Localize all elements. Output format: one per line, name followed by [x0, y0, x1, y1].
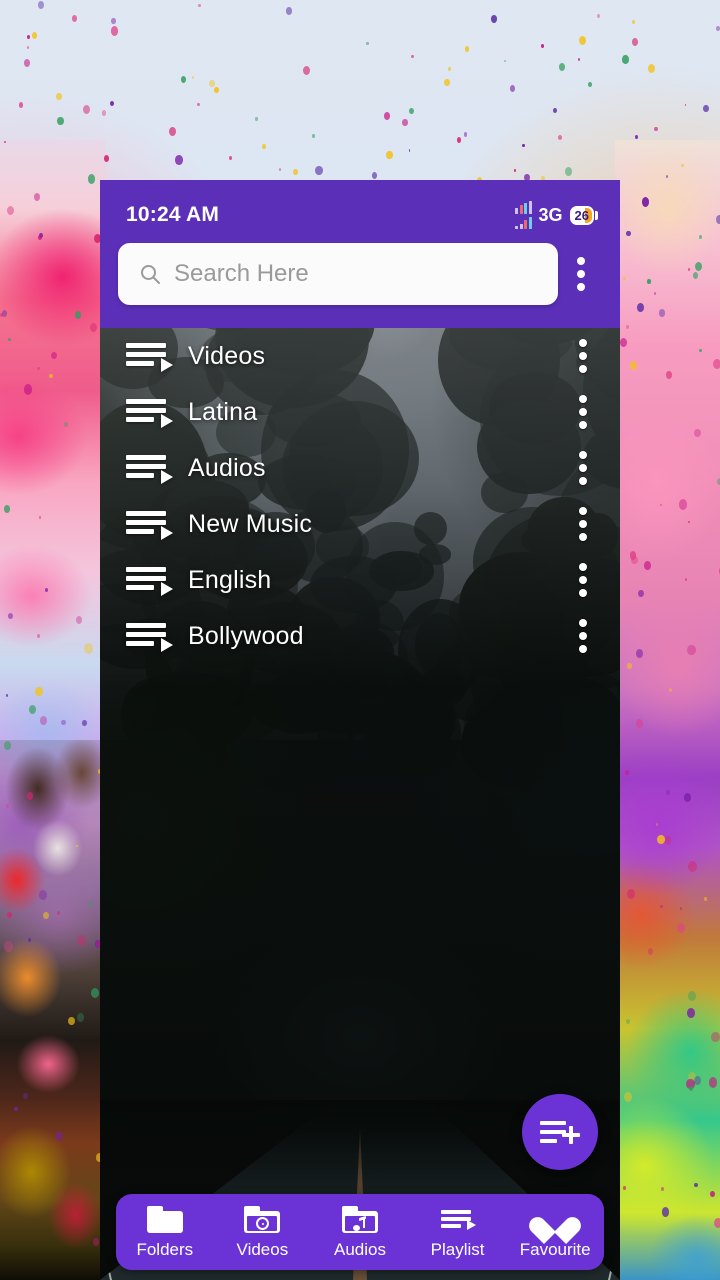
folder-video-icon: [244, 1205, 281, 1235]
kebab-menu-icon: [579, 365, 587, 373]
playlist-row-menu-button[interactable]: [568, 395, 598, 429]
playlist-list: Videos Latina Audios New Music English Bollyw…: [100, 328, 620, 664]
search-icon: [141, 265, 160, 284]
status-indicators: 3G 26: [515, 201, 598, 229]
playlist-row[interactable]: Videos: [100, 328, 620, 384]
bottom-nav-item-playlist[interactable]: Playlist: [412, 1205, 504, 1260]
kebab-menu-icon: [577, 283, 585, 291]
playlist-row-menu-button[interactable]: [568, 563, 598, 597]
bottom-nav-label: Favourite: [519, 1239, 591, 1259]
kebab-menu-icon: [577, 270, 585, 278]
folder-icon: [146, 1205, 183, 1235]
bottom-nav-item-folders[interactable]: Folders: [119, 1205, 211, 1260]
playlist-play-icon: [126, 341, 188, 372]
bottom-nav-item-audios[interactable]: Audios: [314, 1205, 406, 1260]
bottom-nav-label: Playlist: [430, 1239, 485, 1259]
kebab-menu-icon: [579, 451, 587, 459]
bottom-nav-label: Videos: [236, 1239, 289, 1259]
playlist-row-label: Latina: [188, 397, 258, 426]
network-type-label: 3G: [538, 204, 563, 225]
bottom-nav-label: Folders: [136, 1239, 194, 1259]
playlist-row-label: Audios: [188, 453, 266, 482]
bottom-nav-item-videos[interactable]: Videos: [216, 1205, 308, 1260]
search-input[interactable]: Search Here: [118, 243, 558, 305]
playlist-play-icon: [126, 565, 188, 596]
bottom-navigation-bar: Folders Videos Audios Playlist Favourite: [116, 1194, 604, 1270]
kebab-menu-icon: [579, 339, 587, 347]
playlist-row-menu-button[interactable]: [568, 507, 598, 541]
app-header: 10:24 AM 3G 26 Search Here: [100, 180, 620, 328]
playlist-play-icon: [126, 621, 188, 652]
playlist-row-menu-button[interactable]: [568, 619, 598, 653]
bottom-nav-label: Audios: [333, 1239, 386, 1259]
playlist-row-label: English: [188, 565, 272, 594]
kebab-menu-icon: [579, 632, 587, 640]
kebab-menu-icon: [579, 589, 587, 597]
kebab-menu-icon: [579, 645, 587, 653]
playlist-row[interactable]: English: [100, 552, 620, 608]
playlist-row-menu-button[interactable]: [568, 339, 598, 373]
kebab-menu-icon: [579, 533, 587, 541]
playlist-row-menu-button[interactable]: [568, 451, 598, 485]
playlist-play-icon: [126, 453, 188, 484]
signal-bars-icon: [515, 201, 532, 229]
kebab-menu-icon: [579, 507, 587, 515]
wallpaper-left-people: [0, 740, 105, 1280]
search-placeholder: Search Here: [174, 260, 309, 287]
wallpaper-right-colors: [615, 140, 720, 1280]
bottom-nav-item-favourite[interactable]: Favourite: [509, 1205, 601, 1260]
playlist-row[interactable]: Bollywood: [100, 608, 620, 664]
kebab-menu-icon: [579, 464, 587, 472]
folder-audio-icon: [341, 1205, 378, 1235]
kebab-menu-icon: [579, 576, 587, 584]
playlist-play-icon: [126, 509, 188, 540]
kebab-menu-icon: [579, 520, 587, 528]
search-row: Search Here: [100, 232, 620, 316]
playlist-row-label: New Music: [188, 509, 313, 538]
playlist-row-label: Videos: [188, 341, 266, 370]
heart-icon: [539, 1205, 571, 1235]
playlist-row[interactable]: Audios: [100, 440, 620, 496]
header-overflow-menu-button[interactable]: [558, 257, 604, 291]
playlist-add-icon: [540, 1118, 580, 1146]
kebab-menu-icon: [579, 619, 587, 627]
kebab-menu-icon: [579, 563, 587, 571]
kebab-menu-icon: [577, 257, 585, 265]
kebab-menu-icon: [579, 421, 587, 429]
status-clock: 10:24 AM: [126, 203, 220, 226]
kebab-menu-icon: [579, 352, 587, 360]
battery-icon: 26: [569, 205, 598, 225]
battery-level-label: 26: [574, 207, 589, 223]
status-bar: 10:24 AM 3G 26: [100, 180, 620, 232]
playlist-row[interactable]: New Music: [100, 496, 620, 552]
playlist-row-label: Bollywood: [188, 621, 304, 650]
playlist-row[interactable]: Latina: [100, 384, 620, 440]
kebab-menu-icon: [579, 477, 587, 485]
phone-screen: 10:24 AM 3G 26 Search Here Videos Latina…: [100, 180, 620, 1280]
playlist-play-icon: [440, 1205, 476, 1235]
kebab-menu-icon: [579, 408, 587, 416]
add-playlist-fab[interactable]: [522, 1094, 598, 1170]
kebab-menu-icon: [579, 395, 587, 403]
playlist-play-icon: [126, 397, 188, 428]
